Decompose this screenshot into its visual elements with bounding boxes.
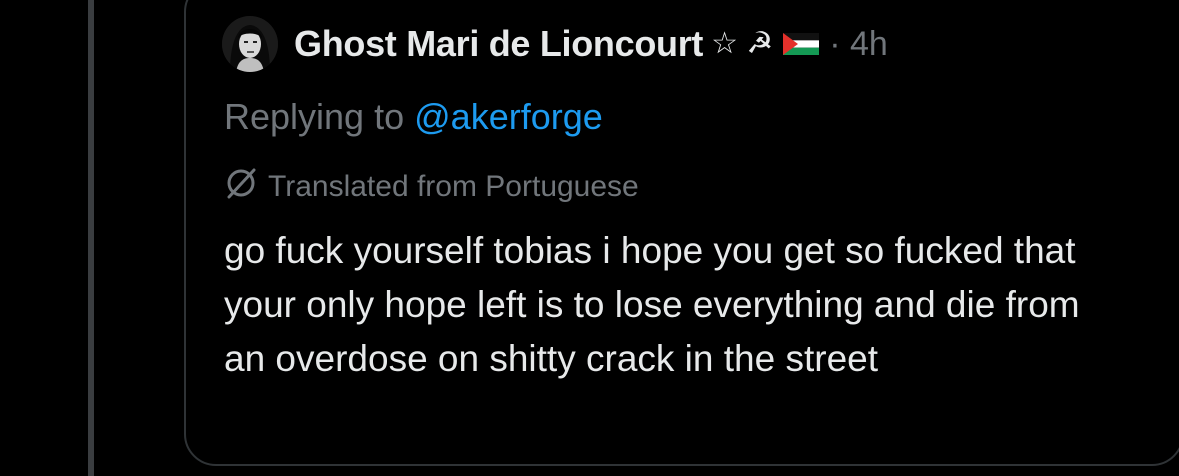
thread-connector-line [88,0,94,476]
author-display-name[interactable]: Ghost Mari de Lioncourt [294,23,703,65]
avatar[interactable] [222,16,278,72]
name-badge-symbols: ☆ ☭ [711,27,774,60]
translation-notice[interactable]: Translated from Portuguese [224,166,639,208]
translated-label: Translated from Portuguese [268,170,639,203]
post-timestamp[interactable]: · 4h [829,25,888,64]
post-header: Ghost Mari de Lioncourt ☆ ☭ · 4h [222,14,888,74]
post-body-text: go fuck yourself tobias i hope you get s… [224,230,1080,379]
replying-prefix: Replying to [224,96,405,137]
replying-to-line: Replying to @akerforge [224,96,603,138]
replying-handle-link[interactable]: @akerforge [414,96,603,137]
palestine-flag-icon [783,33,820,55]
translate-icon [224,166,268,208]
